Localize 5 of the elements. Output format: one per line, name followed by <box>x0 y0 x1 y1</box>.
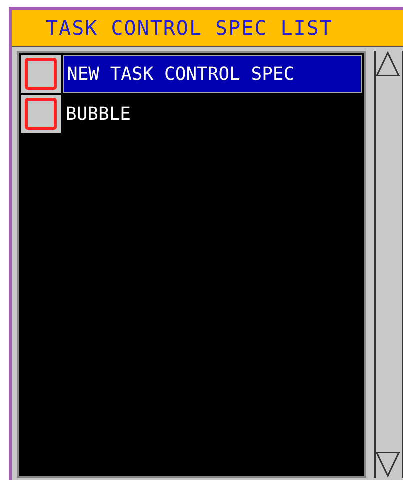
list-item[interactable]: NEW TASK CONTROL SPEC <box>63 55 362 93</box>
list-item[interactable]: BUBBLE <box>63 95 362 133</box>
scroll-down-icon[interactable] <box>376 452 400 478</box>
panel-title: TASK CONTROL SPEC LIST <box>12 10 403 47</box>
scroll-up-icon[interactable] <box>376 51 400 77</box>
